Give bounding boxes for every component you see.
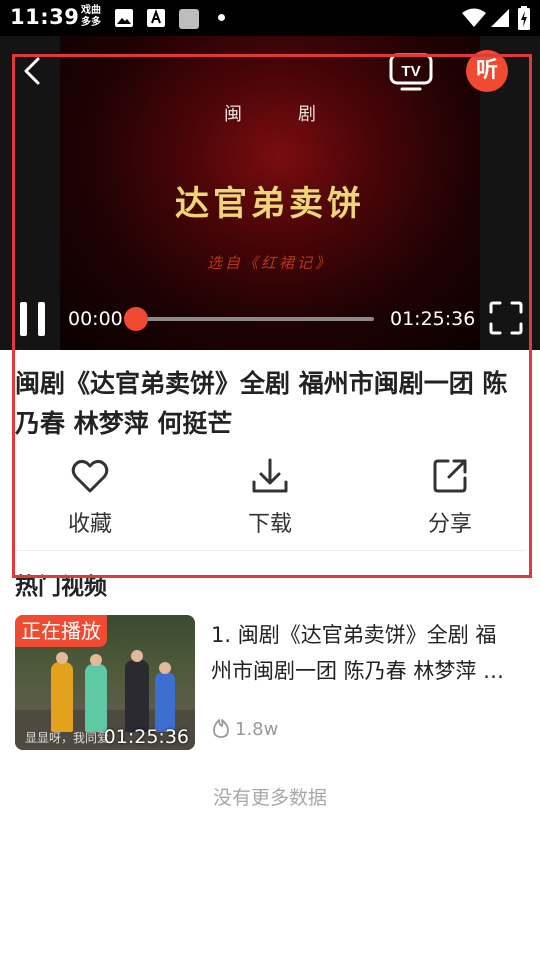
download-button[interactable]: 下载 — [210, 452, 330, 544]
battery-charging-icon — [518, 6, 530, 30]
status-time: 11:39 — [10, 5, 80, 29]
section-title-popular: 热门视频 — [15, 574, 107, 600]
video-frame-caption: 选自《红裙记》 — [206, 254, 333, 272]
action-bar: 收藏 下载 分享 — [0, 452, 540, 544]
view-count-text: 1.8w — [235, 719, 279, 740]
tv-label: TV — [401, 63, 420, 80]
progress-bar[interactable] — [136, 317, 374, 321]
total-time: 01:25:36 — [390, 308, 476, 330]
thumbnail-figure-head — [159, 662, 171, 674]
thumbnail-figure — [51, 662, 73, 732]
download-icon — [252, 458, 288, 493]
video-thumbnail[interactable]: 正在播放 显显呀，我同爱 01:25:36 — [15, 615, 195, 750]
back-arrow-icon[interactable] — [18, 56, 48, 86]
divider — [15, 550, 525, 551]
thumbnail-figure — [85, 664, 107, 732]
thumbnail-figure-head — [131, 650, 143, 662]
now-playing-badge: 正在播放 — [15, 615, 107, 647]
fullscreen-icon[interactable] — [488, 300, 524, 336]
pause-button[interactable] — [18, 302, 50, 336]
thumbnail-caption: 显显呀，我同爱 — [25, 731, 110, 745]
favorite-button[interactable]: 收藏 — [30, 452, 150, 544]
list-item-title[interactable]: 1. 闽剧《达官弟卖饼》全剧 福州市闽剧一团 陈乃春 林梦萍 何挺芒 — [211, 617, 511, 689]
app-icon: 戏曲多多 — [81, 5, 101, 28]
share-button[interactable]: 分享 — [390, 452, 510, 544]
listen-button[interactable]: 听 — [466, 50, 508, 92]
share-icon — [433, 459, 467, 493]
image-icon — [115, 9, 133, 27]
square-icon — [179, 9, 199, 29]
view-count: 1.8w — [211, 717, 278, 740]
video-title: 闽剧《达官弟卖饼》全剧 福州市闽剧一团 陈乃春 林梦萍 何挺芒 — [15, 369, 508, 438]
tv-cast-button[interactable]: TV — [388, 52, 436, 92]
list-item[interactable]: 正在播放 显显呀，我同爱 01:25:36 1. 闽剧《达官弟卖饼》全剧 福州市… — [15, 615, 525, 750]
flame-icon — [213, 719, 229, 738]
dot-icon — [218, 14, 225, 21]
thumbnail-figure — [125, 660, 149, 732]
thumbnail-figure-head — [90, 654, 102, 666]
video-frame-subtitle: 闽剧 — [224, 104, 372, 125]
current-time: 00:00 — [68, 308, 123, 330]
progress-knob[interactable] — [124, 307, 148, 331]
tv-icon: TV — [389, 53, 433, 91]
font-icon — [147, 9, 165, 27]
signal-icon — [491, 9, 509, 27]
no-more-data: 没有更多数据 — [212, 787, 327, 809]
status-bar: 11:39 戏曲多多 — [0, 0, 540, 36]
video-frame-title: 达官弟卖饼 — [175, 184, 365, 224]
thumbnail-figure — [155, 672, 175, 732]
favorite-label: 收藏 — [67, 512, 112, 537]
thumbnail-figure-head — [56, 652, 68, 664]
wifi-icon — [462, 8, 486, 27]
download-label: 下载 — [247, 512, 292, 537]
video-duration: 01:25:36 — [103, 726, 189, 748]
share-label: 分享 — [427, 512, 472, 537]
video-player[interactable]: 闽剧 达官弟卖饼 选自《红裙记》 TV 听 00:00 01:25:36 — [0, 36, 540, 350]
heart-icon — [71, 459, 109, 493]
